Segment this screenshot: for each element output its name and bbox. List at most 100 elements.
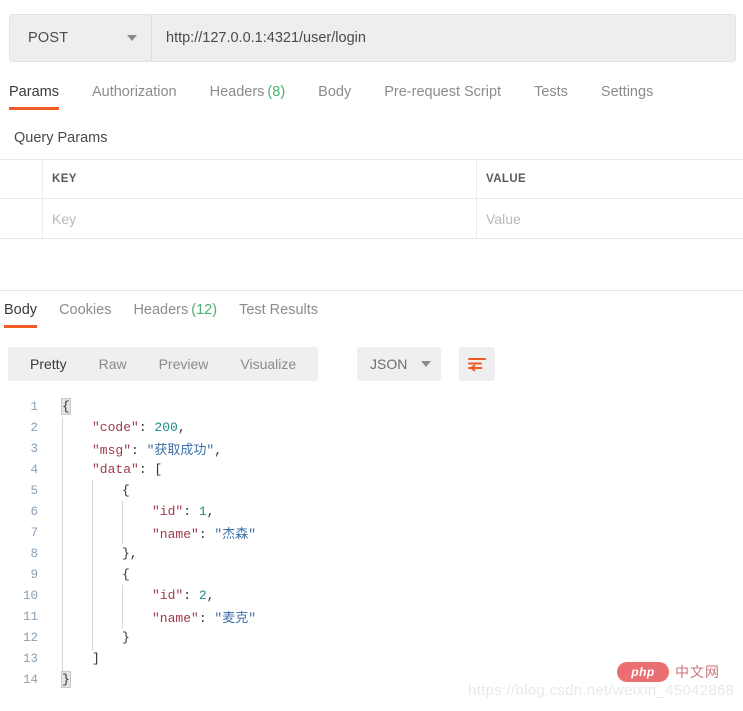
code-line: 6 "id": 1, xyxy=(0,501,743,525)
response-body-code-viewer[interactable]: 1{ 2 "code": 200, 3 "msg": "获取成功", 4 "data": [… xyxy=(0,396,743,711)
code-line: 3 "msg": "获取成功", xyxy=(0,436,743,460)
response-format-toggle-group: Pretty Raw Preview Visualize xyxy=(8,347,319,381)
response-tab-body[interactable]: Body xyxy=(4,302,38,328)
response-language-label: JSON xyxy=(370,356,408,372)
code-token-pun: { xyxy=(122,567,130,582)
code-token-key: "name" xyxy=(152,611,199,626)
tab-tests[interactable]: Tests xyxy=(534,84,568,110)
chevron-down-icon xyxy=(127,35,137,41)
code-line-content: "name": "麦克" xyxy=(46,604,743,628)
code-line: 4 "data": [ xyxy=(0,459,743,483)
tab-authorization[interactable]: Authorization xyxy=(92,84,177,110)
line-number: 4 xyxy=(30,462,38,477)
code-line: 1{ xyxy=(0,396,743,417)
code-token-str: "杰森" xyxy=(214,527,257,542)
code-line-content: "code": 200, xyxy=(46,417,743,441)
tab-tests-label: Tests xyxy=(534,84,568,100)
line-number: 2 xyxy=(30,420,38,435)
indent-guide xyxy=(122,604,123,628)
tab-settings-label: Settings xyxy=(600,84,654,100)
row-checkbox-gutter[interactable] xyxy=(0,199,43,238)
code-token-pun: , xyxy=(214,443,223,458)
table-header-row: KEY VALUE xyxy=(0,160,743,199)
code-token-pun: { xyxy=(61,398,71,415)
format-option-visualize[interactable]: Visualize xyxy=(224,356,312,372)
code-line-content: { xyxy=(46,398,743,415)
code-line: 10 "id": 2, xyxy=(0,585,743,609)
param-value-input[interactable]: Value xyxy=(486,211,521,227)
code-token-pun: : xyxy=(183,504,199,519)
header-key-cell: KEY xyxy=(43,160,477,198)
format-option-pretty[interactable]: Pretty xyxy=(14,356,83,372)
indent-guide xyxy=(62,520,63,544)
line-number: 8 xyxy=(30,546,38,561)
tab-body[interactable]: Body xyxy=(318,84,351,110)
code-token-key: "code" xyxy=(92,420,139,435)
code-line-content: "msg": "获取成功", xyxy=(46,436,743,460)
code-token-key: "id" xyxy=(152,588,184,603)
code-line: 9{ xyxy=(0,564,743,588)
code-line-content: { xyxy=(46,564,743,588)
code-token-num: 2 xyxy=(198,588,207,603)
response-tab-body-label: Body xyxy=(4,302,38,318)
indent-guide xyxy=(92,604,93,628)
row-value-cell[interactable]: Value xyxy=(477,199,743,238)
code-token-pun: : xyxy=(198,611,215,626)
wrap-line-icon xyxy=(468,358,486,372)
code-token-str: "麦克" xyxy=(214,611,257,626)
response-tab-cookies[interactable]: Cookies xyxy=(59,302,111,328)
table-row: Key Value xyxy=(0,199,743,238)
http-method-select[interactable]: POST xyxy=(10,15,152,61)
code-token-num: 200 xyxy=(154,420,178,435)
line-number: 12 xyxy=(22,630,38,645)
indent-guide xyxy=(62,604,63,628)
code-line-content: } xyxy=(46,627,743,651)
chevron-down-icon xyxy=(421,361,431,367)
indent-guide xyxy=(122,520,123,544)
column-header-value: VALUE xyxy=(486,173,527,185)
request-url-input[interactable]: http://127.0.0.1:4321/user/login xyxy=(152,15,735,61)
response-language-select[interactable]: JSON xyxy=(357,347,441,381)
code-token-pun: } xyxy=(61,671,71,688)
line-number: 3 xyxy=(30,441,38,456)
postman-window: POST http://127.0.0.1:4321/user/login Pa… xyxy=(0,0,743,711)
code-token-pun: , xyxy=(206,504,215,519)
code-token-pun: } xyxy=(122,630,130,645)
code-line-content: "id": 1, xyxy=(46,501,743,525)
tab-headers[interactable]: Headers (8) xyxy=(210,84,286,110)
indent-guide xyxy=(62,436,63,460)
param-key-input[interactable]: Key xyxy=(52,211,76,227)
tab-headers-label: Headers xyxy=(209,84,265,100)
response-tab-headers[interactable]: Headers (12) xyxy=(133,302,217,328)
row-key-cell[interactable]: Key xyxy=(43,199,477,238)
response-tab-test-results[interactable]: Test Results xyxy=(239,302,318,328)
tab-settings[interactable]: Settings xyxy=(601,84,653,110)
indent-guide xyxy=(92,627,93,651)
request-url-bar: POST http://127.0.0.1:4321/user/login xyxy=(9,14,736,62)
code-token-pun: , xyxy=(206,588,215,603)
code-line-content: "data": [ xyxy=(46,459,743,483)
code-line: 8}, xyxy=(0,543,743,567)
code-token-pun: { xyxy=(122,483,130,498)
wrap-line-button[interactable] xyxy=(459,347,495,381)
tab-pre-request-script[interactable]: Pre-request Script xyxy=(384,84,501,110)
code-token-pun: : xyxy=(138,462,155,477)
response-tab-bar: Body Cookies Headers (12) Test Results xyxy=(0,302,743,334)
code-token-pun: [ xyxy=(154,462,163,477)
line-number: 6 xyxy=(30,504,38,519)
code-token-pun: }, xyxy=(122,546,138,561)
tab-params[interactable]: Params xyxy=(9,84,59,110)
format-option-preview[interactable]: Preview xyxy=(143,356,225,372)
pane-divider[interactable] xyxy=(0,290,743,291)
format-option-raw[interactable]: Raw xyxy=(83,356,143,372)
code-line-content: }, xyxy=(46,543,743,567)
query-params-table: KEY VALUE Key Value xyxy=(0,159,743,239)
code-token-pun: : xyxy=(198,527,215,542)
code-token-key: "id" xyxy=(152,504,184,519)
tab-params-label: Params xyxy=(9,84,59,100)
code-line: 5{ xyxy=(0,480,743,504)
code-token-key: "msg" xyxy=(92,443,132,458)
response-tab-headers-count: (12) xyxy=(191,302,218,318)
code-line-content: { xyxy=(46,480,743,504)
line-number: 5 xyxy=(30,483,38,498)
